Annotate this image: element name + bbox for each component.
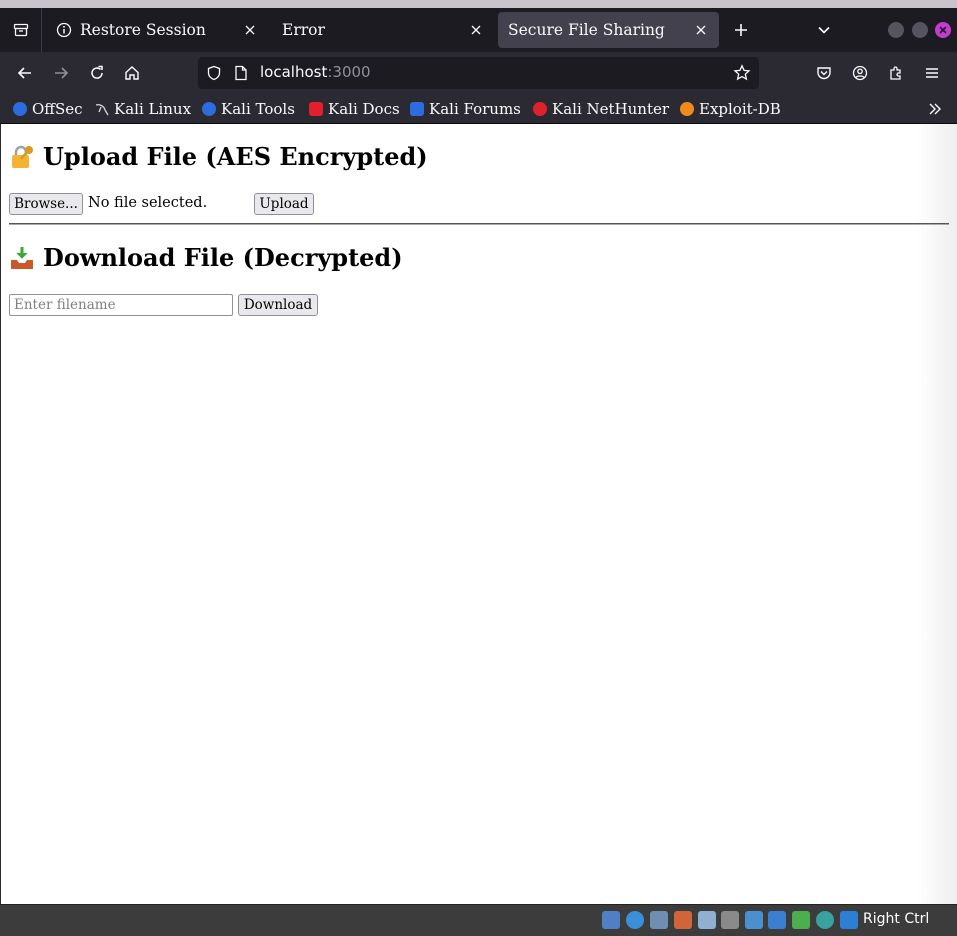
inbox-tray-icon — [9, 245, 35, 271]
hamburger-menu-icon — [926, 68, 938, 78]
recording-icon[interactable] — [768, 911, 786, 929]
file-status-text: No file selected. — [88, 195, 208, 211]
tab-restore-session[interactable]: Restore Session — [46, 12, 268, 48]
extensions-button[interactable] — [882, 59, 910, 87]
shield-icon[interactable] — [206, 65, 222, 85]
app-menu-button[interactable] — [918, 59, 946, 87]
tab-label: Error — [282, 21, 325, 39]
mouse-integration-icon[interactable] — [816, 911, 834, 929]
new-tab-button[interactable] — [728, 16, 754, 44]
back-button[interactable] — [11, 59, 39, 87]
browse-button[interactable]: Browse... — [9, 193, 83, 215]
network-icon[interactable] — [674, 911, 692, 929]
firefox-view-button[interactable] — [0, 8, 42, 52]
nethunter-icon — [533, 102, 547, 116]
arrow-right-icon — [55, 67, 69, 79]
account-icon — [852, 65, 868, 81]
host-key-label: Right Ctrl — [863, 911, 930, 927]
upload-button[interactable]: Upload — [254, 193, 314, 215]
arrow-left-icon — [17, 67, 31, 79]
tab-bar: Restore Session Error Secure File Sharin… — [0, 8, 957, 52]
bookmark-label: Kali NetHunter — [552, 100, 670, 118]
bookmark-kali-forums[interactable]: Kali Forums — [410, 98, 521, 120]
kali-tools-icon — [202, 102, 216, 116]
download-button[interactable]: Download — [238, 294, 318, 316]
offsec-icon — [13, 102, 27, 116]
exploitdb-icon — [680, 102, 694, 116]
desktop-background-strip — [0, 0, 957, 8]
account-button[interactable] — [846, 59, 874, 87]
tab-error[interactable]: Error — [272, 12, 494, 48]
maximize-window-button[interactable] — [912, 22, 928, 38]
bookmark-kali-docs[interactable]: Kali Docs — [309, 98, 400, 120]
more-bookmarks-button[interactable] — [924, 98, 946, 120]
upload-heading: Upload File (AES Encrypted) — [9, 142, 428, 171]
home-button[interactable] — [118, 59, 146, 87]
info-icon — [56, 22, 72, 38]
hard-disk-icon[interactable] — [602, 911, 620, 929]
usb-icon[interactable] — [698, 911, 716, 929]
plus-icon — [735, 24, 747, 36]
filename-input[interactable] — [9, 294, 233, 316]
kali-dragon-icon — [95, 102, 109, 116]
close-window-button[interactable] — [935, 22, 951, 38]
pocket-button[interactable] — [810, 59, 838, 87]
bookmark-kali-linux[interactable]: Kali Linux — [95, 98, 191, 120]
page-icon[interactable] — [234, 65, 248, 85]
kali-forums-icon — [410, 102, 424, 116]
cpu-icon[interactable] — [792, 911, 810, 929]
lock-with-key-icon — [9, 144, 35, 170]
shared-folder-icon[interactable] — [721, 911, 739, 929]
url-text[interactable]: localhost:3000 — [260, 63, 371, 81]
section-divider — [9, 223, 949, 225]
url-port: :3000 — [327, 63, 371, 81]
bookmark-exploit-db[interactable]: Exploit-DB — [680, 98, 781, 120]
bookmark-label: OffSec — [32, 100, 83, 118]
reload-button[interactable] — [83, 59, 111, 87]
chevron-double-right-icon — [929, 103, 941, 115]
close-icon — [939, 26, 947, 34]
pocket-icon — [817, 67, 831, 80]
tab-secure-file-sharing[interactable]: Secure File Sharing — [498, 12, 719, 48]
bookmark-label: Kali Linux — [114, 100, 192, 118]
minimize-window-button[interactable] — [888, 22, 904, 38]
audio-icon[interactable] — [650, 911, 668, 929]
vm-status-bar: Right Ctrl — [0, 904, 957, 936]
chevron-down-icon — [818, 26, 830, 34]
tab-label: Secure File Sharing — [508, 21, 665, 39]
kali-docs-icon — [309, 102, 323, 116]
bookmark-label: Kali Tools — [221, 100, 295, 118]
close-tab-icon[interactable] — [468, 22, 484, 38]
keyboard-capture-icon[interactable] — [840, 911, 858, 929]
forward-button[interactable] — [47, 59, 75, 87]
tab-label: Restore Session — [80, 21, 206, 39]
bookmark-label: Kali Docs — [328, 100, 400, 118]
bookmark-label: Kali Forums — [429, 100, 521, 118]
bookmark-star-icon[interactable] — [733, 64, 751, 86]
list-all-tabs-button[interactable] — [811, 16, 837, 44]
home-icon — [125, 66, 139, 80]
bookmarks-toolbar: OffSec Kali Linux Kali Tools Kali Docs K… — [0, 94, 957, 124]
bookmark-label: Exploit-DB — [699, 100, 781, 118]
close-tab-icon[interactable] — [693, 22, 709, 38]
download-heading-text: Download File (Decrypted) — [43, 243, 403, 272]
display-icon[interactable] — [745, 911, 763, 929]
address-bar[interactable]: localhost:3000 — [198, 57, 759, 89]
reload-icon — [91, 65, 103, 79]
download-heading: Download File (Decrypted) — [9, 243, 403, 272]
page-content: Upload File (AES Encrypted) Browse... No… — [1, 124, 957, 904]
url-host: localhost — [260, 63, 328, 81]
firefox-view-icon — [13, 23, 28, 37]
bookmark-offsec[interactable]: OffSec — [13, 98, 83, 120]
bookmark-kali-tools[interactable]: Kali Tools — [202, 98, 295, 120]
upload-heading-text: Upload File (AES Encrypted) — [43, 142, 428, 171]
optical-drive-icon[interactable] — [626, 911, 644, 929]
puzzle-icon — [890, 66, 901, 80]
close-tab-icon[interactable] — [242, 22, 258, 38]
bookmark-kali-nethunter[interactable]: Kali NetHunter — [533, 98, 669, 120]
navigation-toolbar: localhost:3000 — [0, 52, 957, 94]
